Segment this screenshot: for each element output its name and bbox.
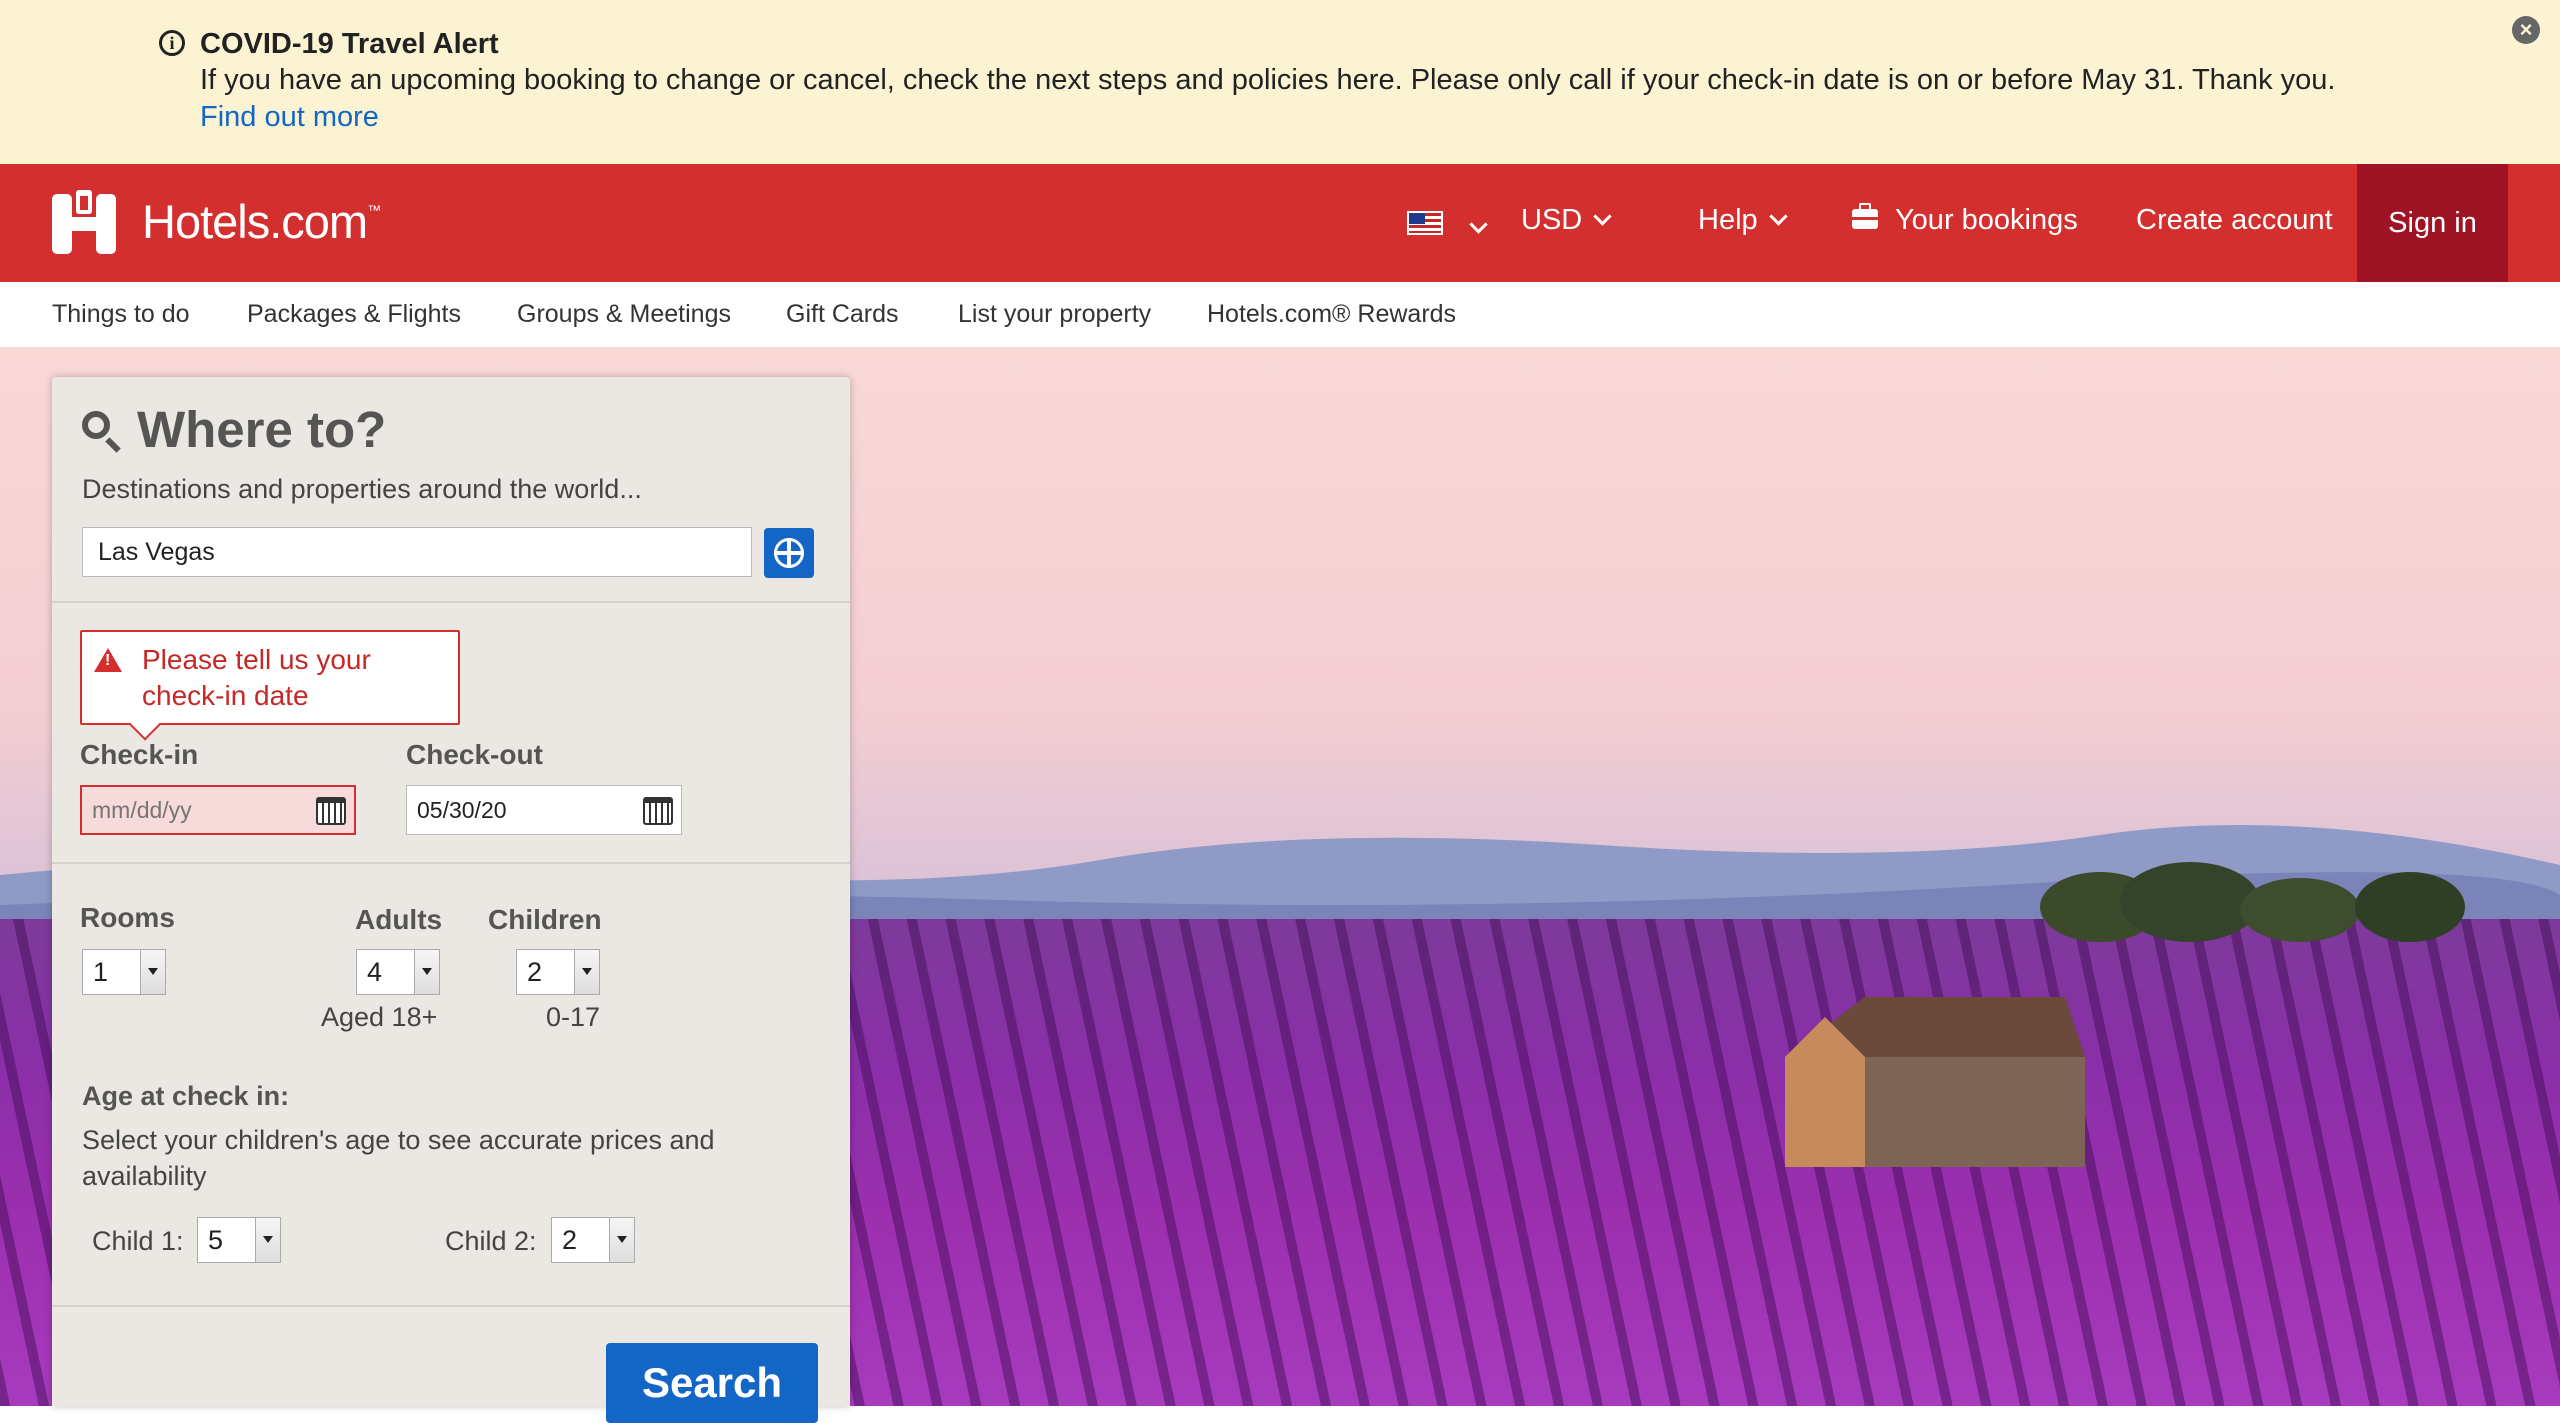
find-out-more-link[interactable]: Find out more <box>200 101 379 134</box>
briefcase-icon <box>1852 203 1878 229</box>
destination-input[interactable] <box>82 527 752 577</box>
subnav-gift-cards[interactable]: Gift Cards <box>786 300 899 329</box>
hotels-logo-icon[interactable] <box>50 190 118 256</box>
children-age-note: 0-17 <box>546 1002 601 1032</box>
stone-barn-image <box>1785 997 2085 1167</box>
checkin-date-input[interactable] <box>80 785 356 835</box>
sign-in-button[interactable]: Sign in <box>2357 164 2508 282</box>
child2-value: 2 <box>562 1225 578 1255</box>
chevron-down-icon <box>1768 207 1788 226</box>
subnav-rewards[interactable]: Hotels.com® Rewards <box>1207 300 1456 329</box>
rooms-value: 1 <box>93 957 109 987</box>
search-icon <box>82 411 110 439</box>
age-description: Select your children's age to see accura… <box>82 1125 715 1191</box>
adults-label: Adults <box>355 904 443 935</box>
help-dropdown[interactable]: Help <box>1698 204 1788 237</box>
current-location-button[interactable] <box>764 528 814 578</box>
children-value: 2 <box>527 957 543 987</box>
info-icon: i <box>159 30 185 56</box>
covid-alert-banner: i COVID-19 Travel Alert If you have an u… <box>0 0 2560 164</box>
child1-value: 5 <box>208 1225 224 1255</box>
adults-select[interactable]: 4 <box>356 949 440 995</box>
divider <box>52 601 850 603</box>
adults-age-note: Aged 18+ <box>321 1002 438 1032</box>
trademark: ™ <box>367 202 381 219</box>
language-dropdown[interactable] <box>1458 212 1488 245</box>
close-icon[interactable]: × <box>2512 16 2540 44</box>
divider <box>52 1305 850 1307</box>
panel-title: Where to? <box>137 401 387 458</box>
children-select[interactable]: 2 <box>516 949 600 995</box>
calendar-icon[interactable] <box>316 797 346 825</box>
subnav-packages-flights[interactable]: Packages & Flights <box>247 300 461 329</box>
dropdown-arrow-icon <box>574 950 599 994</box>
currency-label: USD <box>1521 204 1583 236</box>
checkout-label: Check-out <box>406 739 543 770</box>
child1-age-select[interactable]: 5 <box>197 1217 281 1263</box>
rooms-label: Rooms <box>80 902 175 933</box>
alert-title: COVID-19 Travel Alert <box>200 28 499 60</box>
rooms-select[interactable]: 1 <box>82 949 166 995</box>
dropdown-arrow-icon <box>140 950 165 994</box>
child2-age-select[interactable]: 2 <box>551 1217 635 1263</box>
dropdown-arrow-icon <box>414 950 439 994</box>
checkout-date-input[interactable] <box>406 785 682 835</box>
subnav-groups-meetings[interactable]: Groups & Meetings <box>517 300 731 329</box>
warning-icon <box>94 648 122 672</box>
your-bookings-link[interactable]: Your bookings <box>1895 204 2078 237</box>
adults-value: 4 <box>367 957 383 987</box>
dropdown-arrow-icon <box>255 1218 280 1262</box>
child1-label: Child 1: <box>92 1226 184 1256</box>
currency-dropdown[interactable]: USD <box>1521 204 1612 237</box>
checkin-label: Check-in <box>80 739 199 770</box>
error-message: Please tell us your check-in date <box>142 644 371 711</box>
search-button[interactable]: Search <box>606 1343 818 1423</box>
alert-message: If you have an upcoming booking to chang… <box>200 64 2336 96</box>
calendar-icon[interactable] <box>643 797 673 825</box>
chevron-down-icon <box>1469 215 1488 234</box>
create-account-link[interactable]: Create account <box>2136 204 2333 237</box>
brand-name[interactable]: Hotels.com™ <box>142 194 381 249</box>
dropdown-arrow-icon <box>609 1218 634 1262</box>
panel-subtitle: Destinations and properties around the w… <box>82 474 642 504</box>
subnav-things-to-do[interactable]: Things to do <box>52 300 190 329</box>
brand-text: Hotels.com <box>142 195 368 248</box>
us-flag-icon[interactable] <box>1407 211 1443 235</box>
trees-image <box>2040 862 2465 942</box>
child2-label: Child 2: <box>445 1226 537 1256</box>
children-label: Children <box>488 904 602 935</box>
age-title: Age at check in: <box>82 1081 290 1111</box>
crosshair-icon <box>774 538 804 568</box>
divider <box>52 862 850 864</box>
help-label: Help <box>1698 204 1758 236</box>
chevron-down-icon <box>1593 207 1612 226</box>
subnav-list-property[interactable]: List your property <box>958 300 1151 329</box>
